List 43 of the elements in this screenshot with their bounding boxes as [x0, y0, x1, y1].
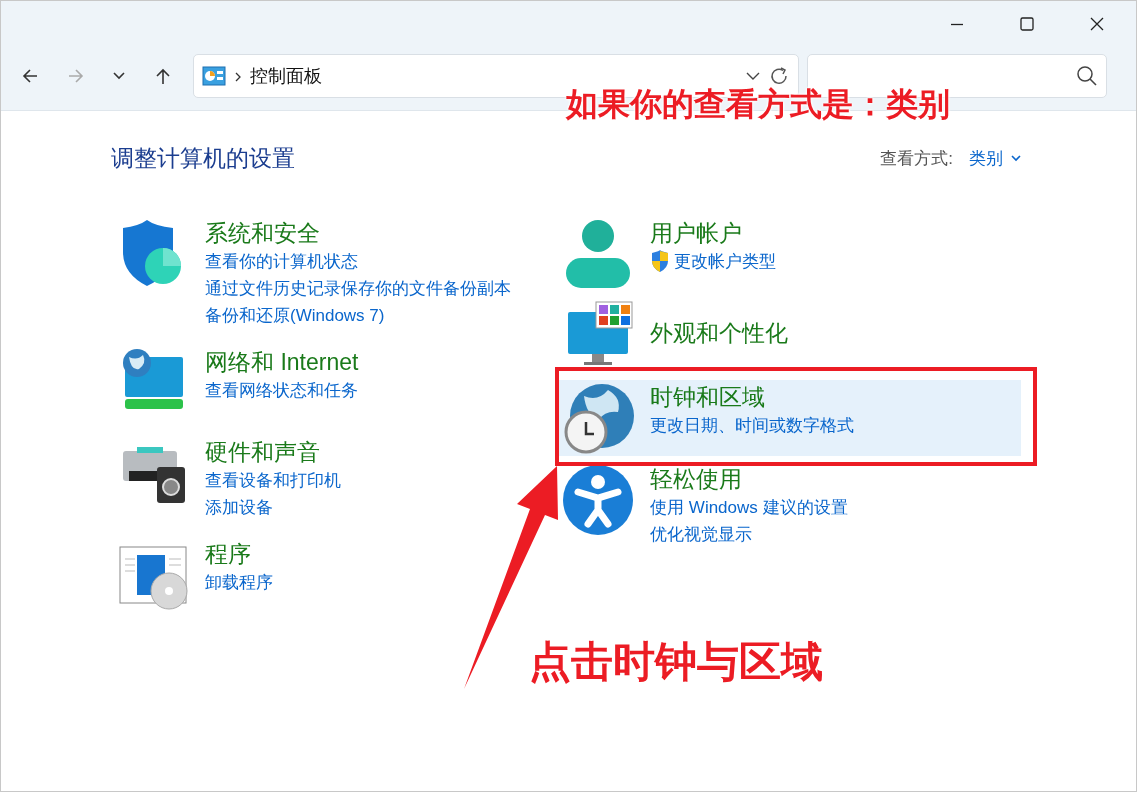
- accessibility-figure-icon[interactable]: [562, 463, 635, 536]
- refresh-icon[interactable]: [768, 65, 790, 87]
- category-item[interactable]: 程序 卸载程序: [111, 536, 279, 613]
- caret-icon: [1011, 154, 1021, 162]
- globe-clock-icon[interactable]: [562, 381, 635, 454]
- category-item[interactable]: 轻松使用 使用 Windows 建议的设置 优化视觉显示: [556, 461, 854, 550]
- category-title-link[interactable]: 网络和 Internet: [205, 346, 359, 377]
- close-icon: [1089, 16, 1105, 32]
- category-link[interactable]: 查看网络状态和任务: [205, 376, 358, 404]
- category-link[interactable]: 备份和还原(Windows 7): [205, 301, 385, 329]
- category-link[interactable]: 查看设备和打印机: [205, 466, 341, 494]
- category-link[interactable]: 查看你的计算机状态: [205, 247, 358, 275]
- control-panel-icon: [202, 66, 226, 86]
- category-item[interactable]: 网络和 Internet 查看网络状态和任务: [111, 344, 365, 421]
- view-by-label: 查看方式:: [880, 147, 953, 170]
- view-by-dropdown[interactable]: 类别: [969, 145, 1021, 171]
- category-link[interactable]: 添加设备: [205, 493, 273, 521]
- annotation-text: 点击时钟与区域: [529, 641, 823, 683]
- address-path: 控制面板: [250, 64, 322, 88]
- category-item[interactable]: 时钟和区域 更改日期、时间或数字格式: [556, 379, 1021, 456]
- category-item[interactable]: 外观和个性化: [556, 297, 795, 374]
- category-title-link[interactable]: 时钟和区域: [650, 381, 766, 412]
- category-link[interactable]: 更改日期、时间或数字格式: [650, 411, 855, 439]
- category-link[interactable]: 使用 Windows 建议的设置: [650, 493, 848, 521]
- category-title-link[interactable]: 外观和个性化: [650, 317, 789, 348]
- category-item[interactable]: 系统和安全 查看你的计算机状态 通过文件历史记录保存你的文件备份副本 备份和还原(Windows 7): [111, 215, 517, 331]
- search-icon: [1076, 65, 1098, 87]
- category-title-link[interactable]: 轻松使用: [650, 463, 743, 494]
- minimize-icon: [950, 22, 964, 26]
- category-item[interactable]: 用户帐户 更改帐户类型: [556, 215, 783, 292]
- category-title-link[interactable]: 程序: [205, 538, 251, 569]
- page-heading: 调整计算机的设置: [111, 144, 295, 173]
- category-link[interactable]: 更改帐户类型: [674, 247, 777, 275]
- category-title-link[interactable]: 系统和安全: [205, 217, 320, 248]
- dropdown-caret-icon[interactable]: [746, 71, 760, 81]
- category-item[interactable]: 硬件和声音 查看设备和打印机 添加设备: [111, 434, 347, 523]
- category-title-link[interactable]: 硬件和声音: [205, 436, 320, 467]
- recent-dropdown-icon: [113, 72, 125, 80]
- category-title-link[interactable]: 用户帐户: [650, 217, 743, 248]
- category-link[interactable]: 优化视觉显示: [650, 520, 753, 548]
- category-link[interactable]: 卸载程序: [205, 568, 273, 596]
- maximize-icon: [1019, 16, 1035, 32]
- category-link[interactable]: 通过文件历史记录保存你的文件备份副本: [205, 274, 511, 302]
